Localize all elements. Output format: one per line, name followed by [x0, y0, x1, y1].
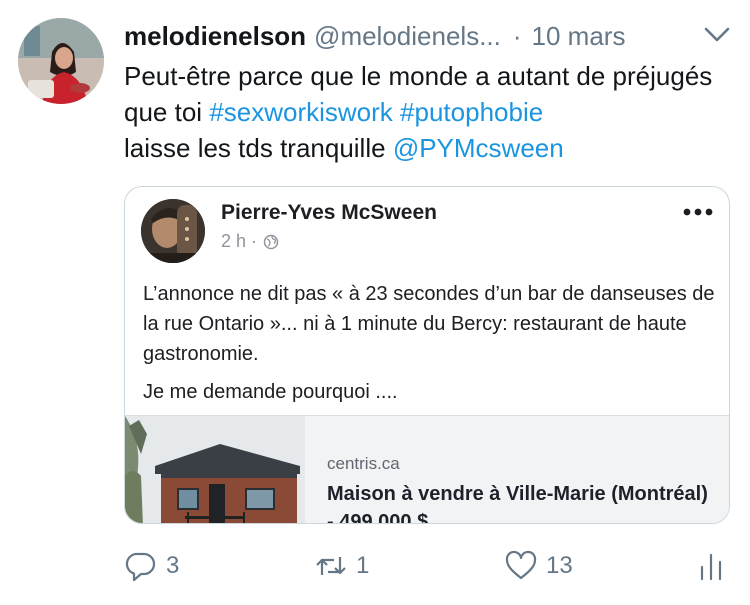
heart-icon: [505, 550, 537, 580]
more-dots-icon[interactable]: [681, 205, 715, 219]
analytics-icon: [700, 553, 722, 581]
analytics-button[interactable]: [694, 544, 728, 588]
embedded-post-meta: 2 h ·: [221, 231, 279, 252]
retweet-icon: [316, 557, 346, 575]
tweet-text-part-2: laisse les tds tranquille: [124, 133, 386, 163]
mention-pymcsween[interactable]: @PYMcsween: [393, 133, 564, 163]
avatar-photo: [18, 18, 104, 104]
author-name[interactable]: melodienelson: [124, 21, 306, 52]
embedded-paragraph-1: L’annonce ne dit pas « à 23 secondes d’u…: [143, 283, 715, 365]
tweet-actions: 3 1 13: [124, 544, 730, 588]
chevron-down-icon[interactable]: [702, 24, 732, 46]
globe-icon: [263, 234, 279, 249]
retweet-count: 1: [356, 552, 370, 579]
reply-count: 3: [166, 552, 180, 579]
link-preview[interactable]: centris.ca Maison à vendre à Ville-Marie…: [125, 415, 729, 523]
separator-dot: ·: [512, 20, 522, 51]
tweet-text: Peut-être parce que le monde a autant de…: [124, 58, 724, 166]
house-thumbnail: [125, 416, 305, 523]
reply-button[interactable]: 3: [124, 544, 179, 588]
embedded-paragraph-2: Je me demande pourquoi ....: [143, 381, 398, 403]
reply-icon: [125, 552, 156, 582]
retweet-button[interactable]: 1: [314, 544, 369, 588]
preview-domain: centris.ca: [327, 454, 400, 473]
avatar[interactable]: [18, 18, 104, 104]
embedded-post-text: L’annonce ne dit pas « à 23 secondes d’u…: [143, 279, 719, 407]
embedded-author-photo: [141, 199, 205, 263]
preview-title[interactable]: Maison à vendre à Ville-Marie (Montréal)…: [327, 480, 717, 523]
hashtag-sexworkiswork[interactable]: #sexworkiswork: [209, 97, 393, 127]
hashtag-putophobie[interactable]: #putophobie: [400, 97, 543, 127]
author-handle[interactable]: @melodienels...: [314, 21, 501, 52]
embedded-author-name[interactable]: Pierre-Yves McSween: [221, 201, 437, 225]
embedded-post-time[interactable]: 2 h ·: [221, 231, 257, 252]
tweet-time[interactable]: 10 mars: [532, 21, 626, 52]
tweet-header: melodienelson @melodienels... · 10 mars: [124, 18, 724, 54]
like-count: 13: [546, 552, 573, 579]
embedded-author-avatar[interactable]: [141, 199, 205, 263]
tweet[interactable]: melodienelson @melodienels... · 10 mars …: [0, 0, 750, 605]
like-button[interactable]: 13: [504, 544, 573, 588]
house-image: [125, 416, 305, 523]
embedded-facebook-post[interactable]: Pierre-Yves McSween 2 h · L’annonce ne d…: [124, 186, 730, 524]
